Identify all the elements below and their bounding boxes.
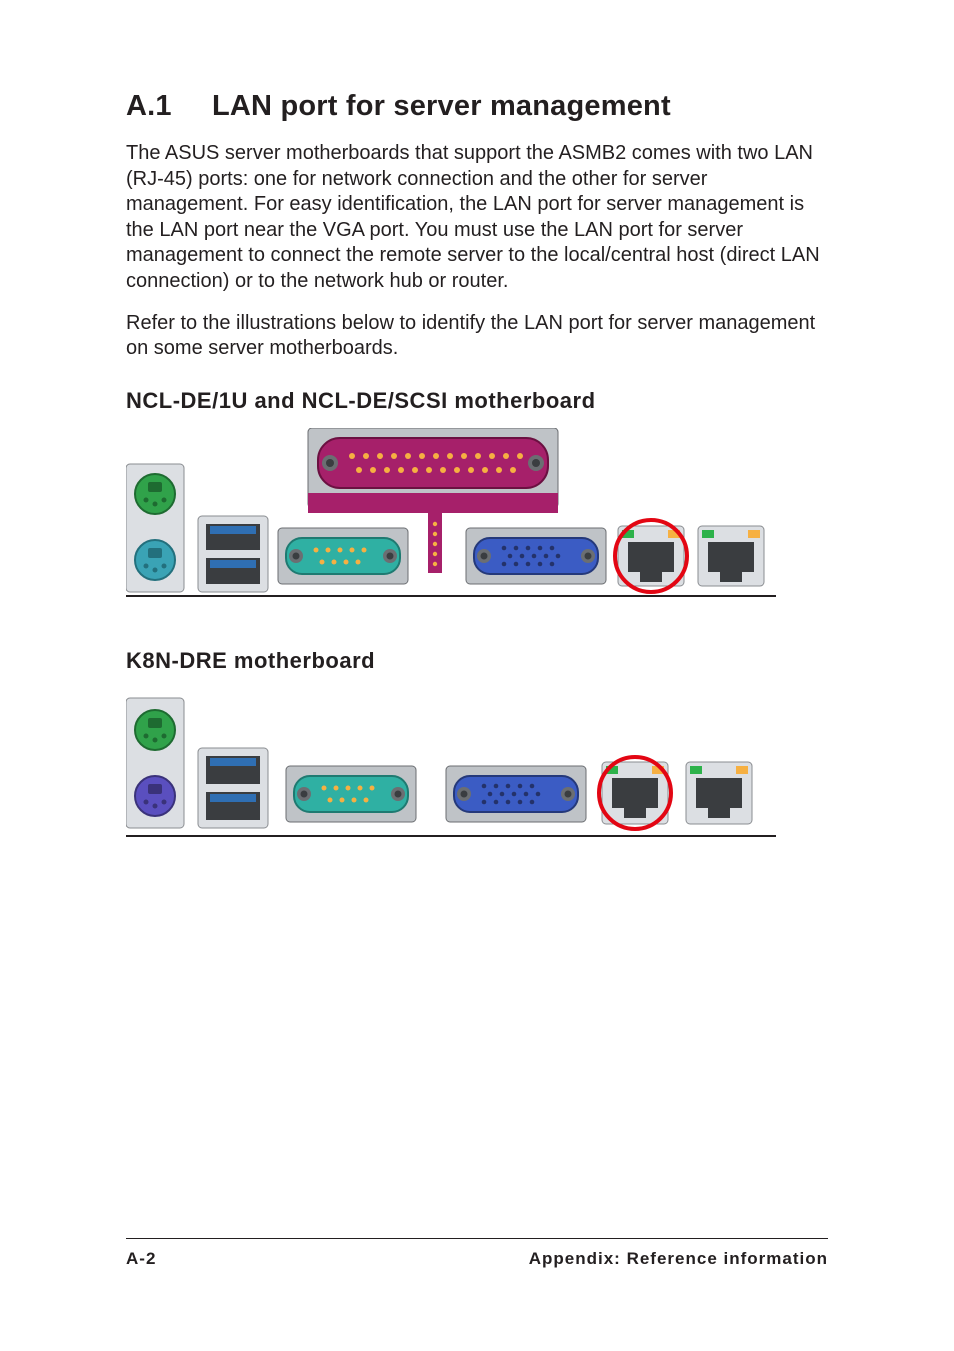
footer-label: Appendix: Reference information [529,1249,828,1269]
motherboard-ncl-de-illustration [126,428,786,608]
section-number: A.1 [126,90,212,123]
subheading-1: NCL-DE/1U and NCL-DE/SCSI motherboard [126,388,828,414]
motherboard-k8n-dre-illustration [126,688,786,848]
page-number: A-2 [126,1249,156,1269]
paragraph-1: The ASUS server motherboards that suppor… [126,141,828,295]
paragraph-2: Refer to the illustrations below to iden… [126,311,828,362]
page-footer: A-2 Appendix: Reference information [126,1238,828,1269]
section-heading: A.1LAN port for server management [126,90,828,123]
lan-port-management-icon [618,526,684,586]
lan-port-management-icon [602,762,668,824]
subheading-2: K8N-DRE motherboard [126,648,828,674]
section-title-text: LAN port for server management [212,90,671,122]
